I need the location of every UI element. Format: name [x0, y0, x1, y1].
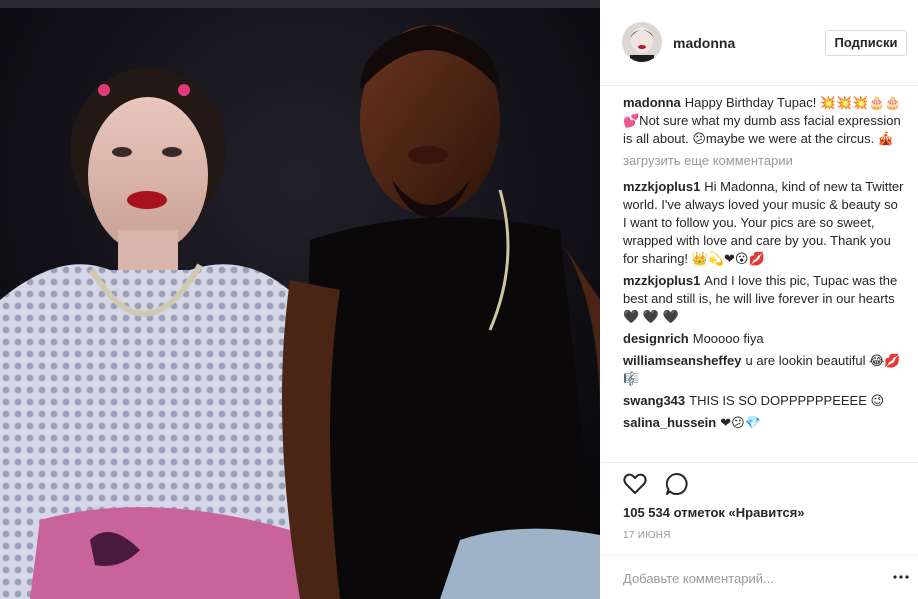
- comments-list[interactable]: madonna Happy Birthday Tupac! 💥💥💥🎂🎂💕Not s…: [623, 94, 905, 462]
- comment-item: mzzkjoplus1 And I love this pic, Tupac wa…: [623, 272, 905, 326]
- caption: madonna Happy Birthday Tupac! 💥💥💥🎂🎂💕Not s…: [623, 94, 905, 148]
- load-more-comments-link[interactable]: загрузить еще комментарии: [623, 152, 905, 170]
- more-horizontal-icon[interactable]: [893, 572, 909, 582]
- comment-item: salina_hussein ❤😕💎: [623, 414, 905, 432]
- comment-author[interactable]: mzzkjoplus1: [623, 273, 700, 288]
- comment-author[interactable]: williamseansheffey: [623, 353, 742, 368]
- likes-count[interactable]: 105 534 отметок «Нравится»: [623, 505, 805, 520]
- comment-text: THIS IS SO DOPPPPPPEEEE 😉: [689, 393, 885, 408]
- comment-item: swang343 THIS IS SO DOPPPPPPEEEE 😉: [623, 392, 905, 410]
- post-header: madonna Подписки: [600, 0, 918, 86]
- comment-author[interactable]: madonna: [623, 95, 681, 110]
- avatar[interactable]: [622, 22, 662, 62]
- comment-author[interactable]: salina_hussein: [623, 415, 716, 430]
- following-button[interactable]: Подписки: [825, 30, 907, 56]
- comment-item: mzzkjoplus1 Hi Madonna, kind of new ta Tw…: [623, 178, 905, 268]
- comment-author[interactable]: designrich: [623, 331, 689, 346]
- post-username[interactable]: madonna: [673, 35, 735, 51]
- comment-item: designrich Mooooo fiya: [623, 330, 905, 348]
- post-photo[interactable]: [0, 0, 600, 599]
- comment-text: ❤😕💎: [720, 415, 761, 430]
- avatar-image: [622, 22, 662, 62]
- post-side-panel: madonna Подписки madonna Happy Birthday T…: [600, 0, 918, 599]
- comment-text: Mooooo fiya: [692, 331, 764, 346]
- comment-author[interactable]: mzzkjoplus1: [623, 179, 700, 194]
- comment-author[interactable]: swang343: [623, 393, 685, 408]
- post-actions: 105 534 отметок «Нравится» 17 ИЮНЯ: [600, 462, 918, 542]
- add-comment-area: [600, 555, 918, 599]
- add-comment-input[interactable]: [623, 566, 873, 590]
- speech-bubble-icon[interactable]: [664, 471, 690, 497]
- heart-outline-icon[interactable]: [622, 471, 648, 497]
- post-date: 17 ИЮНЯ: [623, 530, 671, 541]
- photo-illustration: [0, 0, 600, 599]
- comment-item: williamseansheffey u are lookin beautiful…: [623, 352, 905, 388]
